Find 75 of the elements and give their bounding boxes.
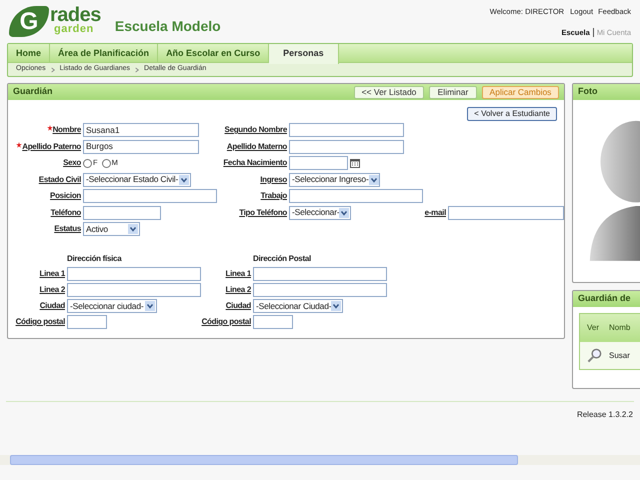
field-label: Ciudad [226,300,251,312]
logo-text: rades [50,6,101,24]
column-header: Nomb [608,322,630,334]
section-heading: Dirección física [66,253,122,265]
nav-tab[interactable]: Área de Planificación [50,44,158,63]
action-button[interactable]: Eliminar [429,86,477,98]
dropdown[interactable]: -Seleccionar- [289,206,351,220]
release-text: Release 1.3.2.2 [576,409,633,421]
panel-title: Guardián de [578,292,631,306]
radio-button[interactable] [102,158,111,168]
field-label: Sexo [63,157,81,169]
field-label: Ciudad [40,300,65,312]
field-label: Linea 2 [40,284,65,296]
field-label: Apellido Materno [226,140,287,152]
chevron-down-icon [368,174,379,184]
input-field[interactable] [253,267,387,281]
field-label: Tipo Teléfono [239,206,287,218]
chevron-right-icon [50,66,55,72]
chevron-down-icon [145,301,155,311]
magnifier-icon[interactable] [587,348,602,363]
panel-title: Foto [578,85,598,98]
school-name: Escuela Modelo [114,17,221,36]
nav-tab[interactable]: Personas [269,44,339,64]
dropdown[interactable]: -Seleccionar ciudad- [67,299,157,313]
input-field[interactable] [289,156,348,170]
chevron-down-icon [339,208,350,218]
column-header: Ver [586,322,600,334]
input-field[interactable] [67,267,201,281]
input-field[interactable] [83,206,161,220]
field-label: Linea 2 [226,284,251,296]
panel-title: Guardián [13,85,53,98]
input-field[interactable]: Susana1 [83,123,199,137]
field-label: Linea 1 [226,268,251,280]
field-label: Estado Civil [38,174,81,186]
chevron-down-icon [179,174,189,184]
input-field[interactable] [253,283,387,297]
logo-subtext: garden [54,24,95,34]
field-label: Ingreso [260,174,287,186]
field-label: Teléfono [50,206,81,218]
input-field[interactable]: Burgos [83,140,199,154]
radio-button[interactable] [83,158,92,168]
input-field[interactable] [83,189,217,203]
field-label: e-mail [424,206,446,218]
calendar-icon[interactable] [350,158,360,168]
input-field[interactable] [448,206,564,220]
input-field[interactable] [67,315,107,329]
dropdown[interactable]: -Seleccionar Ingreso- [289,172,380,186]
horizontal-scrollbar[interactable] [0,455,640,465]
field-label: Nombre [52,124,81,136]
input-field[interactable] [67,283,201,297]
logo-mark: G [9,6,49,37]
back-button[interactable]: < Volver a Estudiante [467,107,557,121]
action-button[interactable]: << Ver Listado [354,86,424,98]
input-field[interactable] [289,189,423,203]
chevron-down-icon [331,301,342,311]
nav-tab[interactable]: Home [8,44,50,63]
dropdown[interactable]: -Seleccionar Ciudad- [253,299,343,313]
field-label: Código postal [202,316,251,328]
input-field[interactable] [253,315,293,329]
field-label: Fecha Nacimiento [223,157,287,169]
field-label: Apellido Paterno [22,140,81,152]
input-field[interactable] [289,140,404,154]
input-field[interactable] [289,123,404,137]
field-label: Código postal [16,316,65,328]
section-heading: Dirección Postal [252,253,311,265]
field-label: Trabajo [260,190,287,202]
field-label: Posicion [50,190,81,202]
field-label: Linea 1 [40,268,65,280]
dropdown[interactable]: -Seleccionar Estado Civil- [83,172,191,186]
field-label: Estatus [54,223,81,235]
chevron-down-icon [128,224,138,234]
table-cell: Susar [609,350,630,362]
dropdown[interactable]: Activo [83,222,140,236]
field-label: Segundo Nombre [224,124,287,136]
chevron-right-icon [135,66,140,72]
